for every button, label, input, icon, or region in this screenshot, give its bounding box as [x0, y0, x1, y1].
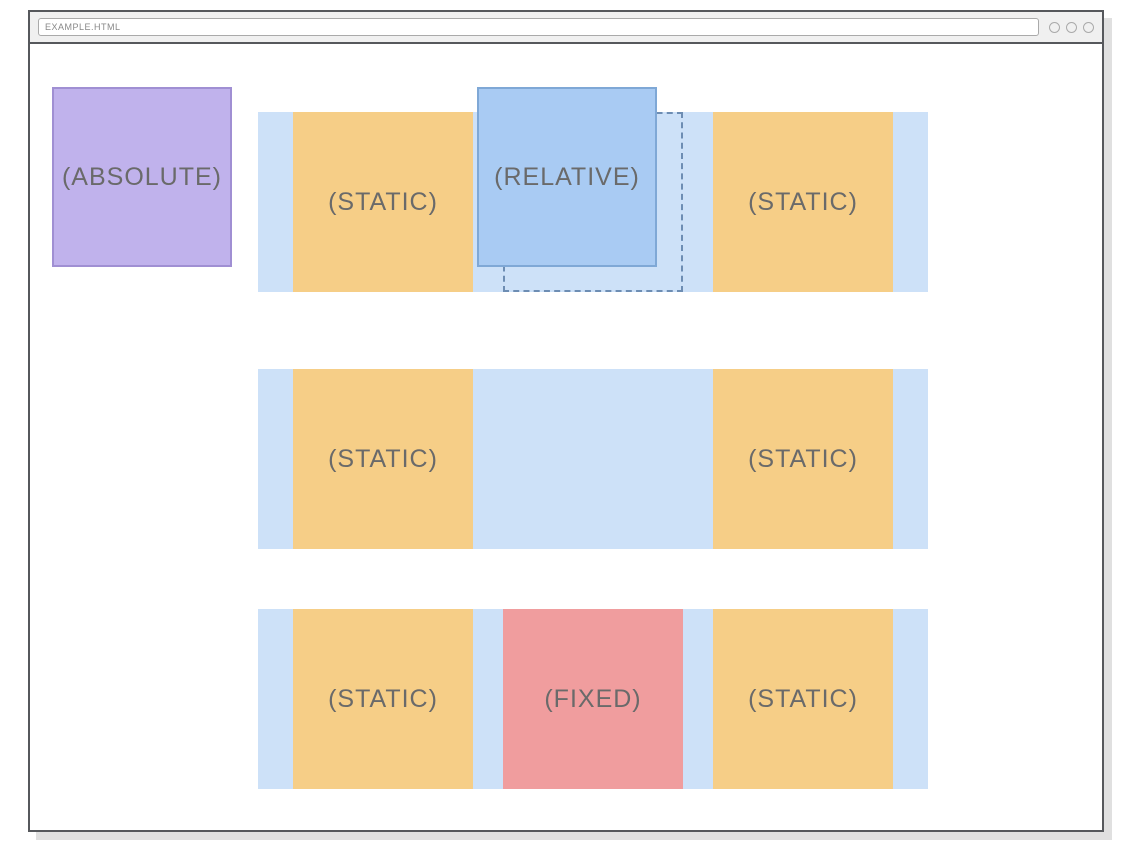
- window-control-max-icon[interactable]: [1066, 22, 1077, 33]
- fixed-label: (FIXED): [544, 685, 641, 714]
- container-row-3: (STATIC) (FIXED) (STATIC): [258, 609, 928, 789]
- static-box: (STATIC): [293, 609, 473, 789]
- absolute-label: (ABSOLUTE): [62, 163, 222, 192]
- static-label: (STATIC): [328, 685, 438, 714]
- relative-label: (RELATIVE): [494, 163, 640, 192]
- static-box: (STATIC): [713, 112, 893, 292]
- window-control-close-icon[interactable]: [1083, 22, 1094, 33]
- container-row-2: (STATIC) (STATIC): [258, 369, 928, 549]
- static-box: (STATIC): [713, 609, 893, 789]
- static-box: (STATIC): [293, 369, 473, 549]
- position-absolute-box: (ABSOLUTE): [52, 87, 232, 267]
- window-controls: [1049, 22, 1094, 33]
- address-bar[interactable]: EXAMPLE.HTML: [38, 18, 1039, 36]
- static-label: (STATIC): [748, 685, 858, 714]
- address-text: EXAMPLE.HTML: [45, 22, 121, 32]
- static-label: (STATIC): [748, 188, 858, 217]
- position-relative-box: (RELATIVE): [477, 87, 657, 267]
- static-box: (STATIC): [293, 112, 473, 292]
- position-fixed-box: (FIXED): [503, 609, 683, 789]
- browser-chrome: EXAMPLE.HTML: [30, 12, 1102, 44]
- static-box: (STATIC): [713, 369, 893, 549]
- viewport: (ABSOLUTE) (RELATIVE) (STATIC) (STATIC) …: [30, 44, 1102, 830]
- static-label: (STATIC): [328, 445, 438, 474]
- static-label: (STATIC): [328, 188, 438, 217]
- browser-window: EXAMPLE.HTML (ABSOLUTE) (RELATIVE) (STAT…: [28, 10, 1104, 832]
- window-control-min-icon[interactable]: [1049, 22, 1060, 33]
- static-label: (STATIC): [748, 445, 858, 474]
- absolute-removed-gap: [503, 369, 683, 549]
